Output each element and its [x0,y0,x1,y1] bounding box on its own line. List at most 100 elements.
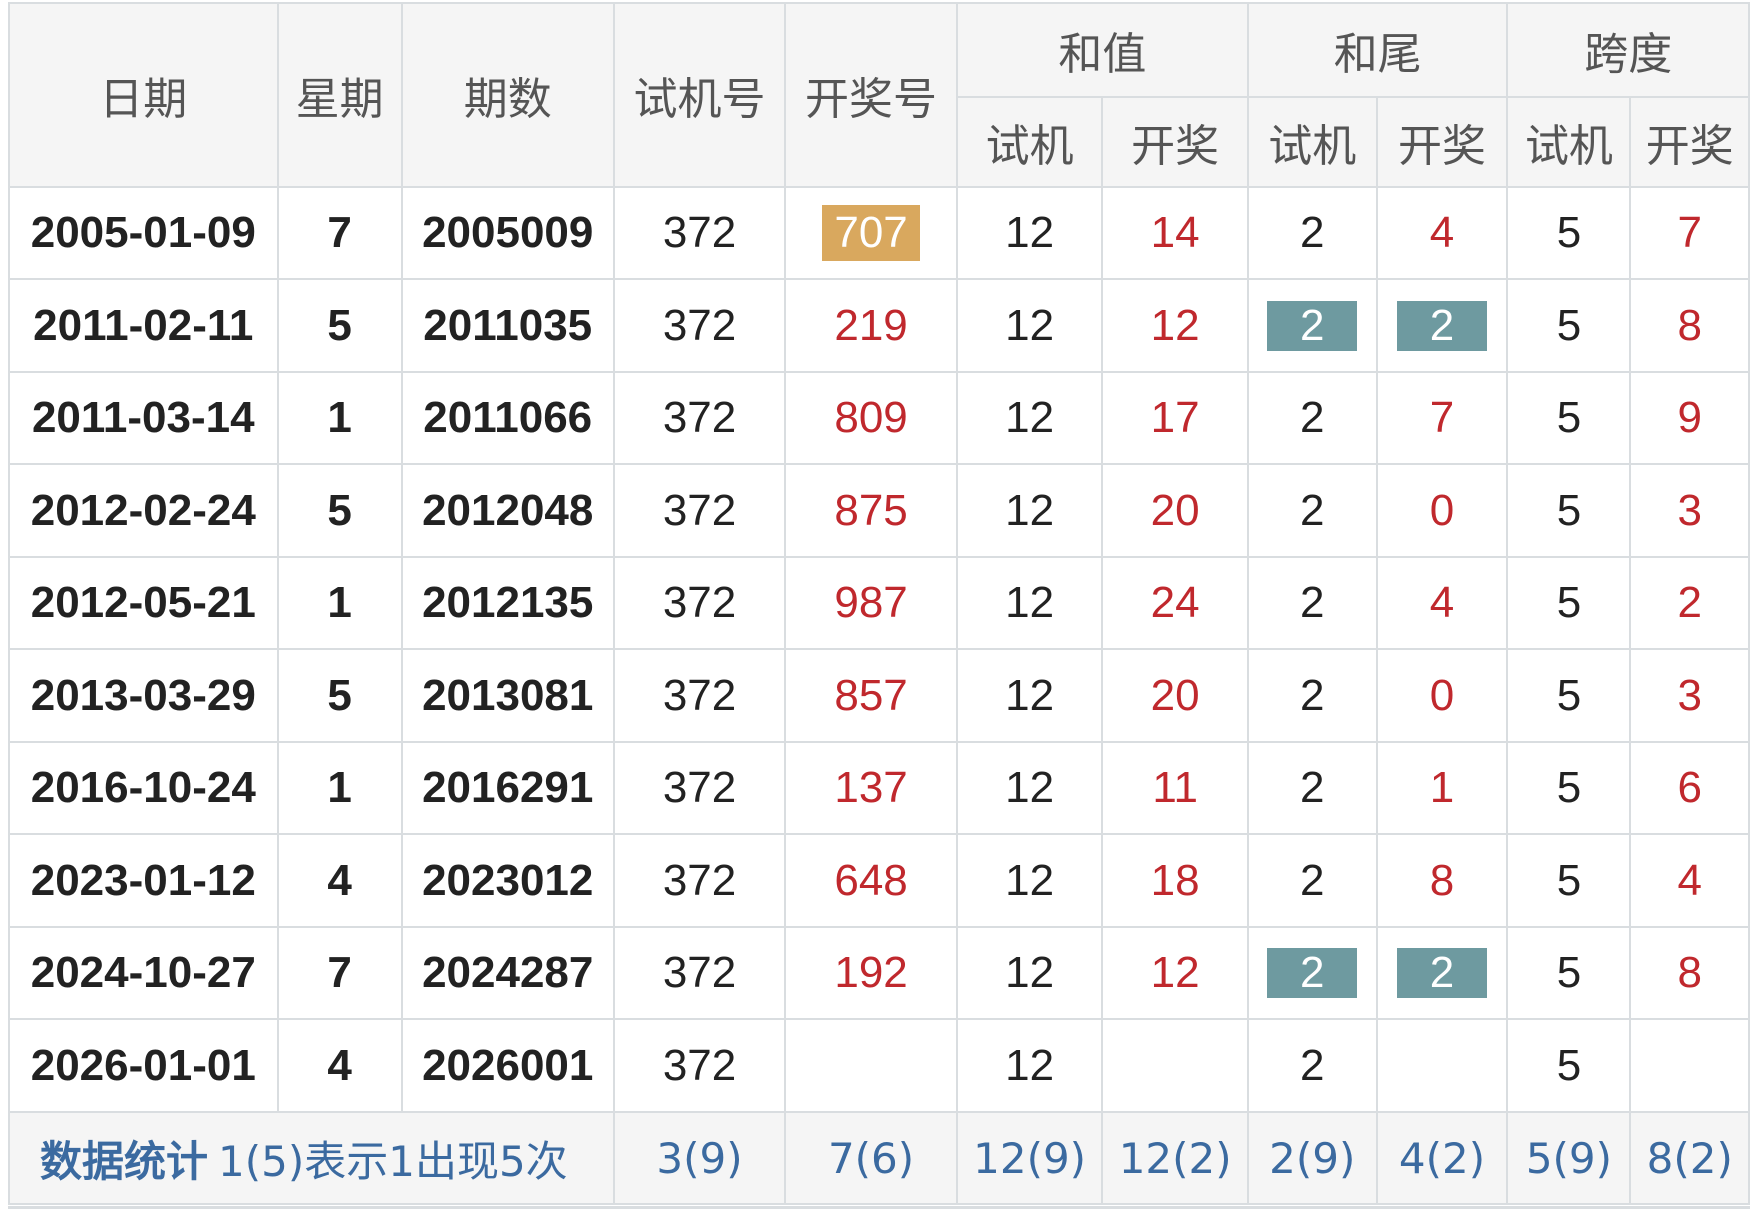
lottery-history-table: 日期 星期 期数 试机号 开奖号 和值 和尾 跨度 试机 开奖 试机 开奖 试机… [8,2,1750,1205]
cell-date: 2011-03-14 [8,371,279,465]
cell-date: 2012-05-21 [8,556,279,650]
cell-sum-draw: 12 [1101,278,1249,373]
subheader-span-trial: 试机 [1506,96,1632,188]
cell-trial: 372 [612,371,787,465]
cell-span-draw: 2 [1629,556,1750,650]
cell-tail-trial: 2 [1246,648,1378,743]
cell-span-trial: 5 [1506,648,1632,743]
cell-sum-trial: 12 [955,833,1104,928]
draw-highlight-badge: 707 [822,205,920,261]
cell-week: 4 [276,833,403,928]
cell-sum-draw: 11 [1101,741,1249,835]
cell-span-draw: 3 [1629,648,1750,743]
cell-span-draw: 7 [1629,186,1750,280]
cell-issue: 2024287 [400,926,615,1020]
cell-date: 2026-01-01 [8,1018,279,1113]
cell-span-trial: 5 [1506,926,1632,1020]
cell-span-draw: 3 [1629,463,1750,558]
cell-span-trial: 5 [1506,371,1632,465]
cell-tail-draw: 4 [1375,186,1509,280]
stats-tail-trial: 2(9) [1246,1111,1378,1205]
table-row: 2013-03-29 5 2013081 372 857 12 20 2 0 5… [8,648,1750,743]
column-header-trial: 试机号 [612,2,787,188]
cell-draw: 648 [784,833,958,928]
cell-span-draw: 6 [1629,741,1750,835]
cell-date: 2012-02-24 [8,463,279,558]
stats-title: 数据统计 [40,1136,209,1186]
cell-sum-trial: 12 [955,556,1104,650]
cell-week: 7 [276,186,403,280]
cell-trial: 372 [612,556,787,650]
column-header-week: 星期 [276,2,403,188]
cell-span-trial: 5 [1506,463,1632,558]
cell-tail-draw: 0 [1375,648,1509,743]
cell-issue: 2012048 [400,463,615,558]
cell-tail-draw: 2 [1375,278,1509,373]
cell-sum-draw: 24 [1101,556,1249,650]
cell-span-trial: 5 [1506,1018,1632,1113]
cell-issue: 2011066 [400,371,615,465]
cell-tail-draw [1375,1018,1509,1113]
table-bottom-divider [8,1206,1750,1209]
cell-week: 7 [276,926,403,1020]
cell-draw: 857 [784,648,958,743]
cell-span-trial: 5 [1506,833,1632,928]
cell-tail-trial: 2 [1246,278,1378,373]
tail-match-badge: 2 [1267,948,1358,998]
cell-tail-trial: 2 [1246,833,1378,928]
cell-tail-trial: 2 [1246,463,1378,558]
cell-span-draw [1629,1018,1750,1113]
lottery-history-panel: 日期 星期 期数 试机号 开奖号 和值 和尾 跨度 试机 开奖 试机 开奖 试机… [8,2,1750,1205]
table-row: 2012-02-24 5 2012048 372 875 12 20 2 0 5… [8,463,1750,558]
cell-sum-trial: 12 [955,278,1104,373]
cell-trial: 372 [612,648,787,743]
cell-trial: 372 [612,741,787,835]
cell-trial: 372 [612,926,787,1020]
cell-tail-trial: 2 [1246,1018,1378,1113]
cell-week: 1 [276,371,403,465]
table-row: 2023-01-12 4 2023012 372 648 12 18 2 8 5… [8,833,1750,928]
cell-tail-draw: 2 [1375,926,1509,1020]
stats-trial: 3(9) [612,1111,787,1205]
table-row: 2005-01-09 7 2005009 372 707 12 14 2 4 5… [8,186,1750,280]
cell-tail-draw: 8 [1375,833,1509,928]
cell-sum-trial: 12 [955,186,1104,280]
table-row: 2012-05-21 1 2012135 372 987 12 24 2 4 5… [8,556,1750,650]
stats-sum-trial: 12(9) [955,1111,1104,1205]
cell-week: 5 [276,278,403,373]
cell-issue: 2026001 [400,1018,615,1113]
cell-tail-draw: 4 [1375,556,1509,650]
stats-tail-draw: 4(2) [1375,1111,1509,1205]
table-row: 2016-10-24 1 2016291 372 137 12 11 2 1 5… [8,741,1750,835]
cell-span-draw: 8 [1629,278,1750,373]
cell-draw: 137 [784,741,958,835]
cell-draw: 809 [784,371,958,465]
cell-sum-draw: 14 [1101,186,1249,280]
cell-draw: 875 [784,463,958,558]
cell-tail-trial: 2 [1246,186,1378,280]
stats-label-cell: 数据统计 1(5)表示1出现5次 [8,1111,615,1205]
tail-match-badge: 2 [1397,948,1487,998]
stats-row: 数据统计 1(5)表示1出现5次 3(9) 7(6) 12(9) 12(2) 2(… [8,1111,1750,1205]
cell-sum-draw: 20 [1101,463,1249,558]
subheader-sum-trial: 试机 [955,96,1104,188]
cell-date: 2016-10-24 [8,741,279,835]
cell-sum-draw: 20 [1101,648,1249,743]
column-header-draw: 开奖号 [784,2,958,188]
cell-draw: 192 [784,926,958,1020]
subheader-tail-trial: 试机 [1246,96,1378,188]
cell-week: 5 [276,648,403,743]
cell-issue: 2016291 [400,741,615,835]
table-row: 2024-10-27 7 2024287 372 192 12 12 2 2 5… [8,926,1750,1020]
subheader-sum-draw: 开奖 [1101,96,1249,188]
cell-sum-trial: 12 [955,648,1104,743]
cell-week: 1 [276,741,403,835]
cell-date: 2013-03-29 [8,648,279,743]
subheader-tail-draw: 开奖 [1375,96,1509,188]
cell-span-trial: 5 [1506,556,1632,650]
cell-span-draw: 4 [1629,833,1750,928]
column-group-sum: 和值 [955,2,1249,98]
cell-tail-draw: 1 [1375,741,1509,835]
cell-sum-trial: 12 [955,463,1104,558]
cell-sum-draw: 12 [1101,926,1249,1020]
